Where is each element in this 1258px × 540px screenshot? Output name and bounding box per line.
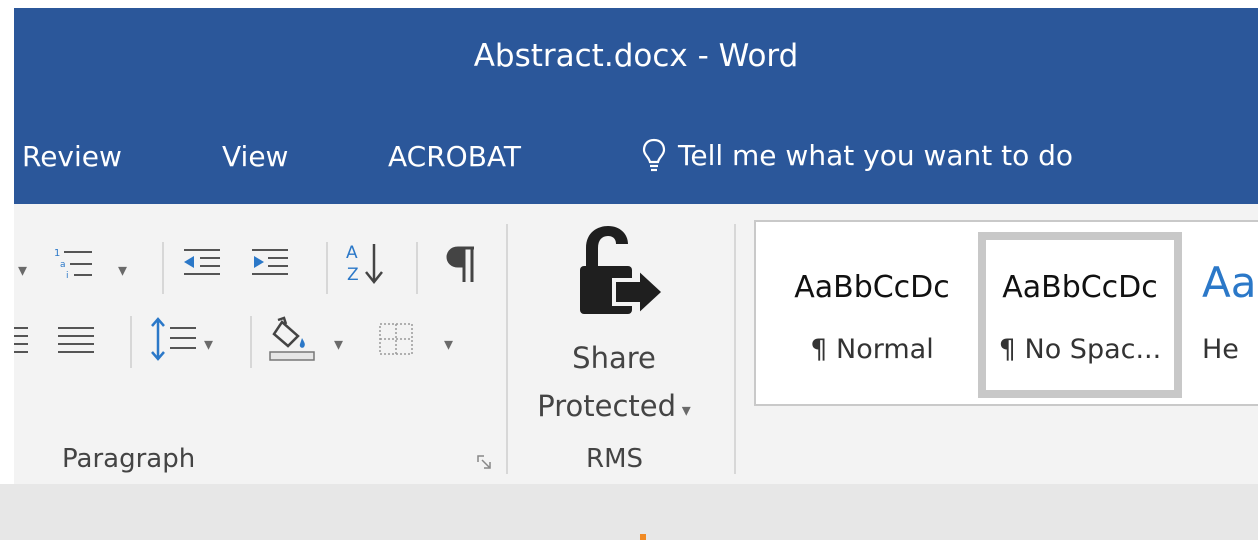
pilcrow-icon[interactable] bbox=[442, 244, 486, 284]
svg-text:i: i bbox=[66, 271, 69, 280]
sort-icon[interactable]: A Z bbox=[344, 240, 388, 286]
style-sample: Aa bbox=[1202, 258, 1257, 307]
justify-icon[interactable] bbox=[54, 322, 98, 356]
style-sample: AaBbCcDc bbox=[794, 270, 950, 305]
lock-arrow-icon bbox=[576, 224, 672, 324]
svg-text:a: a bbox=[60, 260, 66, 270]
separator bbox=[130, 316, 132, 368]
svg-text:1: 1 bbox=[54, 248, 60, 259]
tell-me-search[interactable]: Tell me what you want to do bbox=[642, 138, 1073, 172]
window-title: Abstract.docx - Word bbox=[473, 38, 799, 74]
style-name: ¶ No Spac... bbox=[998, 334, 1162, 365]
rms-group-label: RMS bbox=[586, 444, 644, 474]
share-protected-line1: Share bbox=[572, 341, 656, 375]
line-spacing-dropdown-arrow[interactable]: ▾ bbox=[204, 334, 213, 355]
separator bbox=[250, 316, 252, 368]
style-name: ¶ Normal bbox=[810, 334, 934, 365]
share-protected-label: Share Protected ▾ bbox=[524, 334, 704, 435]
ribbon-home: ▾ 1 a i ▾ A Z ▾ ▾ ▾ Paragraph Share Prot… bbox=[14, 204, 1258, 484]
tab-review[interactable]: Review bbox=[22, 140, 122, 173]
separator bbox=[416, 242, 418, 294]
svg-text:Z: Z bbox=[347, 265, 359, 285]
document-area-edge bbox=[0, 484, 1258, 540]
borders-dropdown-arrow[interactable]: ▾ bbox=[444, 334, 453, 355]
share-protected-line2: Protected ▾ bbox=[537, 389, 691, 423]
tab-acrobat[interactable]: ACROBAT bbox=[388, 140, 521, 173]
lightbulb-icon bbox=[642, 138, 666, 172]
shading-dropdown-arrow[interactable]: ▾ bbox=[334, 334, 343, 355]
style-no-spacing[interactable]: AaBbCcDc ¶ No Spac... bbox=[978, 232, 1182, 398]
decrease-indent-icon[interactable] bbox=[180, 246, 224, 280]
borders-icon[interactable] bbox=[376, 320, 416, 358]
group-separator bbox=[506, 224, 508, 474]
styles-gallery: AaBbCcDc ¶ Normal AaBbCcDc ¶ No Spac... … bbox=[754, 220, 1258, 406]
group-separator bbox=[734, 224, 736, 474]
paragraph-settings-launcher-icon[interactable] bbox=[476, 454, 494, 472]
cursor-mark bbox=[640, 534, 646, 540]
style-sample: AaBbCcDc bbox=[1002, 270, 1158, 305]
increase-indent-icon[interactable] bbox=[248, 246, 292, 280]
separator bbox=[162, 242, 164, 294]
line-spacing-icon[interactable] bbox=[148, 316, 200, 362]
align-right-icon[interactable] bbox=[14, 322, 32, 356]
tab-view[interactable]: View bbox=[222, 140, 288, 173]
multilevel-dropdown-arrow[interactable]: ▾ bbox=[118, 260, 127, 281]
svg-text:A: A bbox=[346, 243, 358, 263]
separator bbox=[326, 242, 328, 294]
title-bar: Abstract.docx - Word bbox=[14, 8, 1258, 104]
tell-me-text: Tell me what you want to do bbox=[678, 138, 1074, 172]
style-name: He bbox=[1202, 334, 1239, 365]
style-normal[interactable]: AaBbCcDc ¶ Normal bbox=[770, 232, 974, 398]
paragraph-group-label: Paragraph bbox=[62, 444, 196, 474]
ribbon-tab-bar: Review View ACROBAT Tell me what you wan… bbox=[14, 104, 1258, 204]
window-left-edge bbox=[0, 0, 14, 540]
style-heading-1[interactable]: Aa He bbox=[1202, 232, 1258, 398]
bullets-dropdown-arrow[interactable]: ▾ bbox=[18, 260, 27, 281]
shading-icon[interactable] bbox=[268, 316, 318, 362]
multilevel-list-icon[interactable]: 1 a i bbox=[52, 244, 96, 280]
share-protected-dropdown-arrow: ▾ bbox=[676, 400, 691, 421]
